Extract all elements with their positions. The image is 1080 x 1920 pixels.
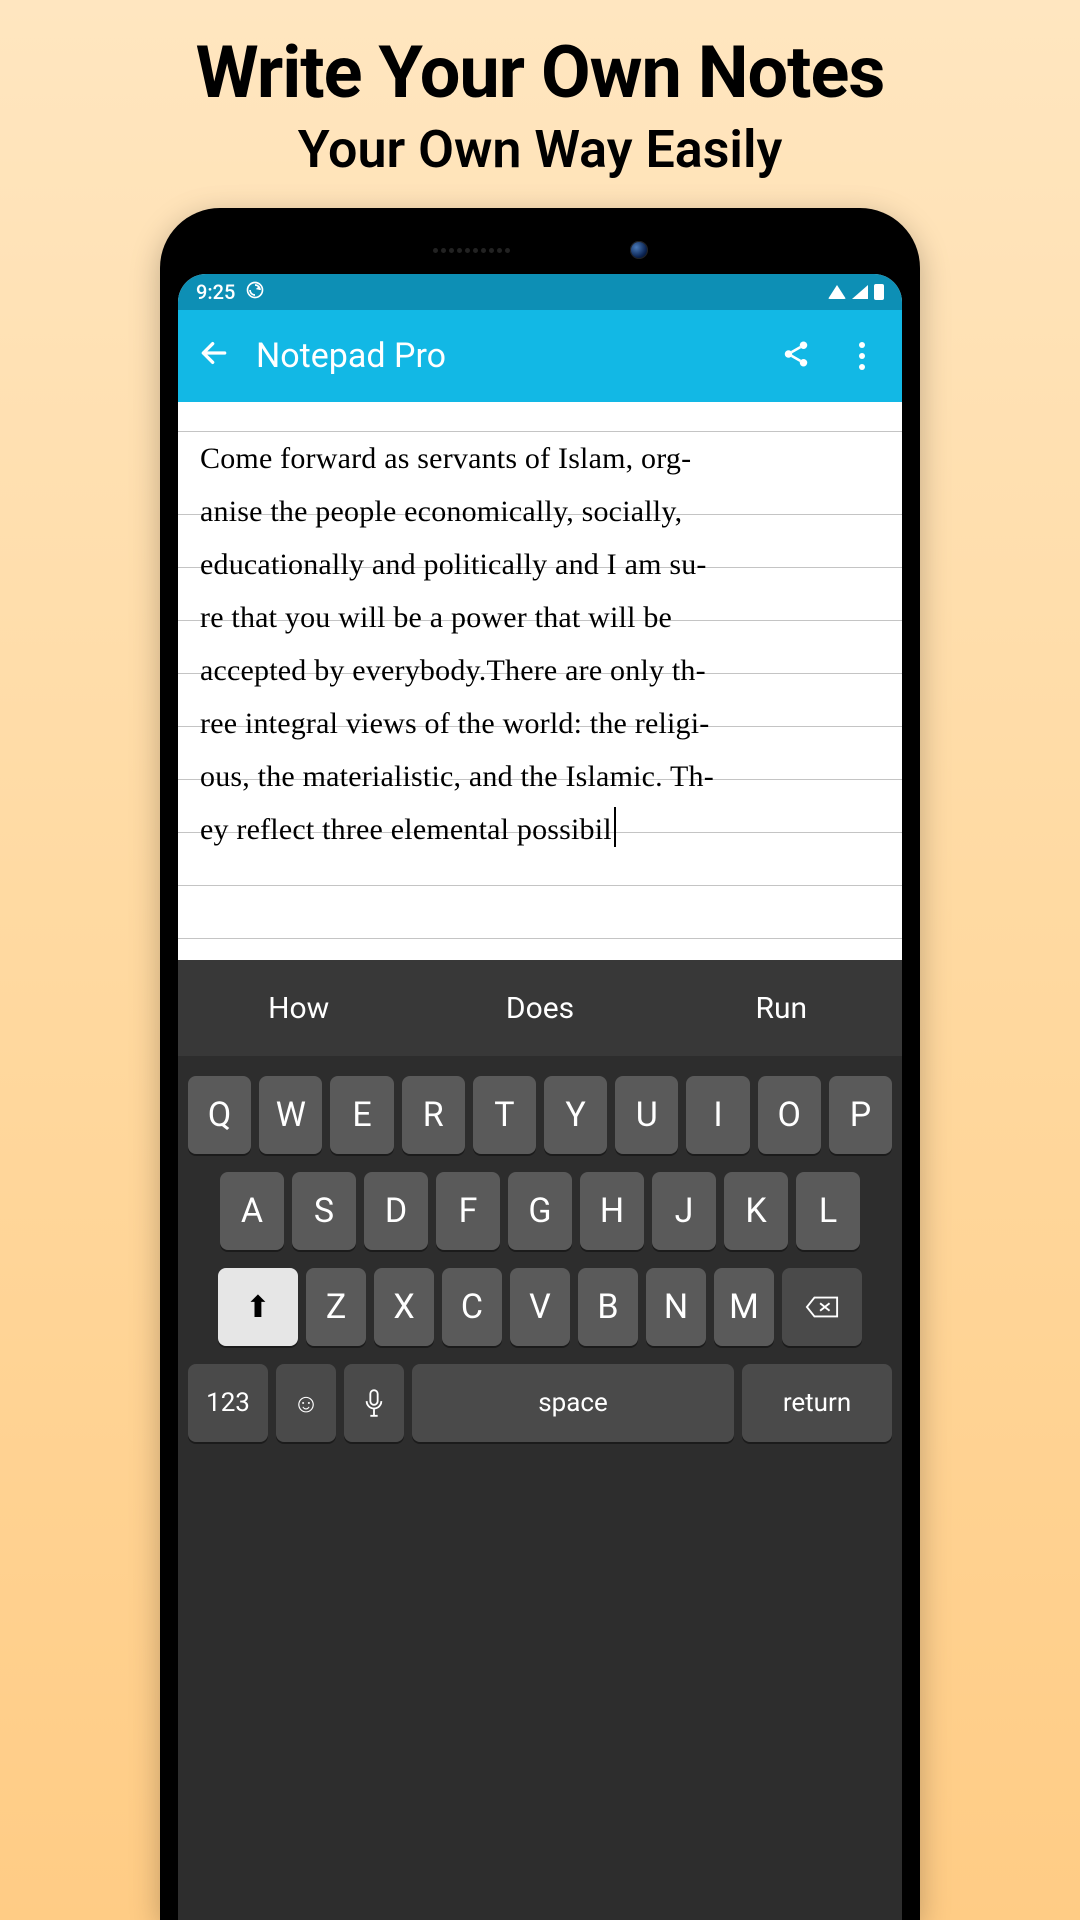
- key-backspace[interactable]: [782, 1268, 862, 1346]
- key-j[interactable]: J: [652, 1172, 716, 1250]
- backspace-icon: [805, 1295, 839, 1319]
- key-emoji[interactable]: ☺: [276, 1364, 336, 1442]
- key-w[interactable]: W: [259, 1076, 322, 1154]
- status-time: 9:25: [196, 280, 235, 304]
- speaker-grill-icon: [433, 248, 510, 253]
- key-y[interactable]: Y: [544, 1076, 607, 1154]
- keyboard-row: Q W E R T Y U I O P: [188, 1076, 892, 1154]
- key-numbers[interactable]: 123: [188, 1364, 268, 1442]
- key-c[interactable]: C: [442, 1268, 502, 1346]
- key-g[interactable]: G: [508, 1172, 572, 1250]
- key-m[interactable]: M: [714, 1268, 774, 1346]
- key-s[interactable]: S: [292, 1172, 356, 1250]
- promo-headline: Write Your Own Notes: [0, 30, 1080, 115]
- front-camera-icon: [630, 241, 648, 259]
- share-button[interactable]: [776, 339, 816, 373]
- keyboard-row: ⬆ Z X C V B N M: [188, 1268, 892, 1346]
- key-n[interactable]: N: [646, 1268, 706, 1346]
- sync-icon: [245, 280, 265, 305]
- key-l[interactable]: L: [796, 1172, 860, 1250]
- suggestion-item[interactable]: How: [178, 991, 419, 1026]
- wifi-icon: [828, 285, 846, 299]
- key-shift[interactable]: ⬆: [218, 1268, 298, 1346]
- suggestion-item[interactable]: Does: [419, 991, 660, 1026]
- shift-up-icon: ⬆: [245, 1290, 270, 1325]
- app-title: Notepad Pro: [256, 336, 750, 376]
- key-x[interactable]: X: [374, 1268, 434, 1346]
- key-v[interactable]: V: [510, 1268, 570, 1346]
- key-b[interactable]: B: [578, 1268, 638, 1346]
- key-u[interactable]: U: [615, 1076, 678, 1154]
- key-k[interactable]: K: [724, 1172, 788, 1250]
- key-mic[interactable]: [344, 1364, 404, 1442]
- keyboard-row: 123 ☺ space return: [188, 1364, 892, 1442]
- phone-notch: [178, 226, 902, 274]
- key-space[interactable]: space: [412, 1364, 734, 1442]
- emoji-icon: ☺: [293, 1388, 320, 1419]
- key-a[interactable]: A: [220, 1172, 284, 1250]
- key-d[interactable]: D: [364, 1172, 428, 1250]
- key-p[interactable]: P: [829, 1076, 892, 1154]
- keyboard-suggestions: How Does Run: [178, 960, 902, 1056]
- promo-subhead: Your Own Way Easily: [0, 119, 1080, 180]
- key-q[interactable]: Q: [188, 1076, 251, 1154]
- soft-keyboard: How Does Run Q W E R T Y U I O: [178, 960, 902, 1920]
- back-button[interactable]: [198, 337, 230, 375]
- key-r[interactable]: R: [402, 1076, 465, 1154]
- signal-icon: [852, 285, 868, 299]
- battery-icon: [874, 284, 884, 300]
- suggestion-item[interactable]: Run: [661, 991, 902, 1026]
- app-bar: Notepad Pro: [178, 310, 902, 402]
- text-cursor: [614, 807, 616, 847]
- keyboard-row: A S D F G H J K L: [188, 1172, 892, 1250]
- key-o[interactable]: O: [758, 1076, 821, 1154]
- phone-mockup: 9:25 Notepad Pro: [160, 208, 920, 1920]
- key-h[interactable]: H: [580, 1172, 644, 1250]
- more-options-button[interactable]: [842, 342, 882, 370]
- key-i[interactable]: I: [686, 1076, 749, 1154]
- microphone-icon: [363, 1388, 385, 1418]
- note-text-content: Come forward as servants of Islam, org- …: [200, 432, 880, 856]
- key-return[interactable]: return: [742, 1364, 892, 1442]
- note-editor[interactable]: Come forward as servants of Islam, org- …: [178, 402, 902, 962]
- status-bar: 9:25: [178, 274, 902, 310]
- key-t[interactable]: T: [473, 1076, 536, 1154]
- key-e[interactable]: E: [330, 1076, 393, 1154]
- promo-title: Write Your Own Notes Your Own Way Easily: [0, 0, 1080, 180]
- more-vertical-icon: [842, 342, 882, 370]
- key-f[interactable]: F: [436, 1172, 500, 1250]
- key-z[interactable]: Z: [306, 1268, 366, 1346]
